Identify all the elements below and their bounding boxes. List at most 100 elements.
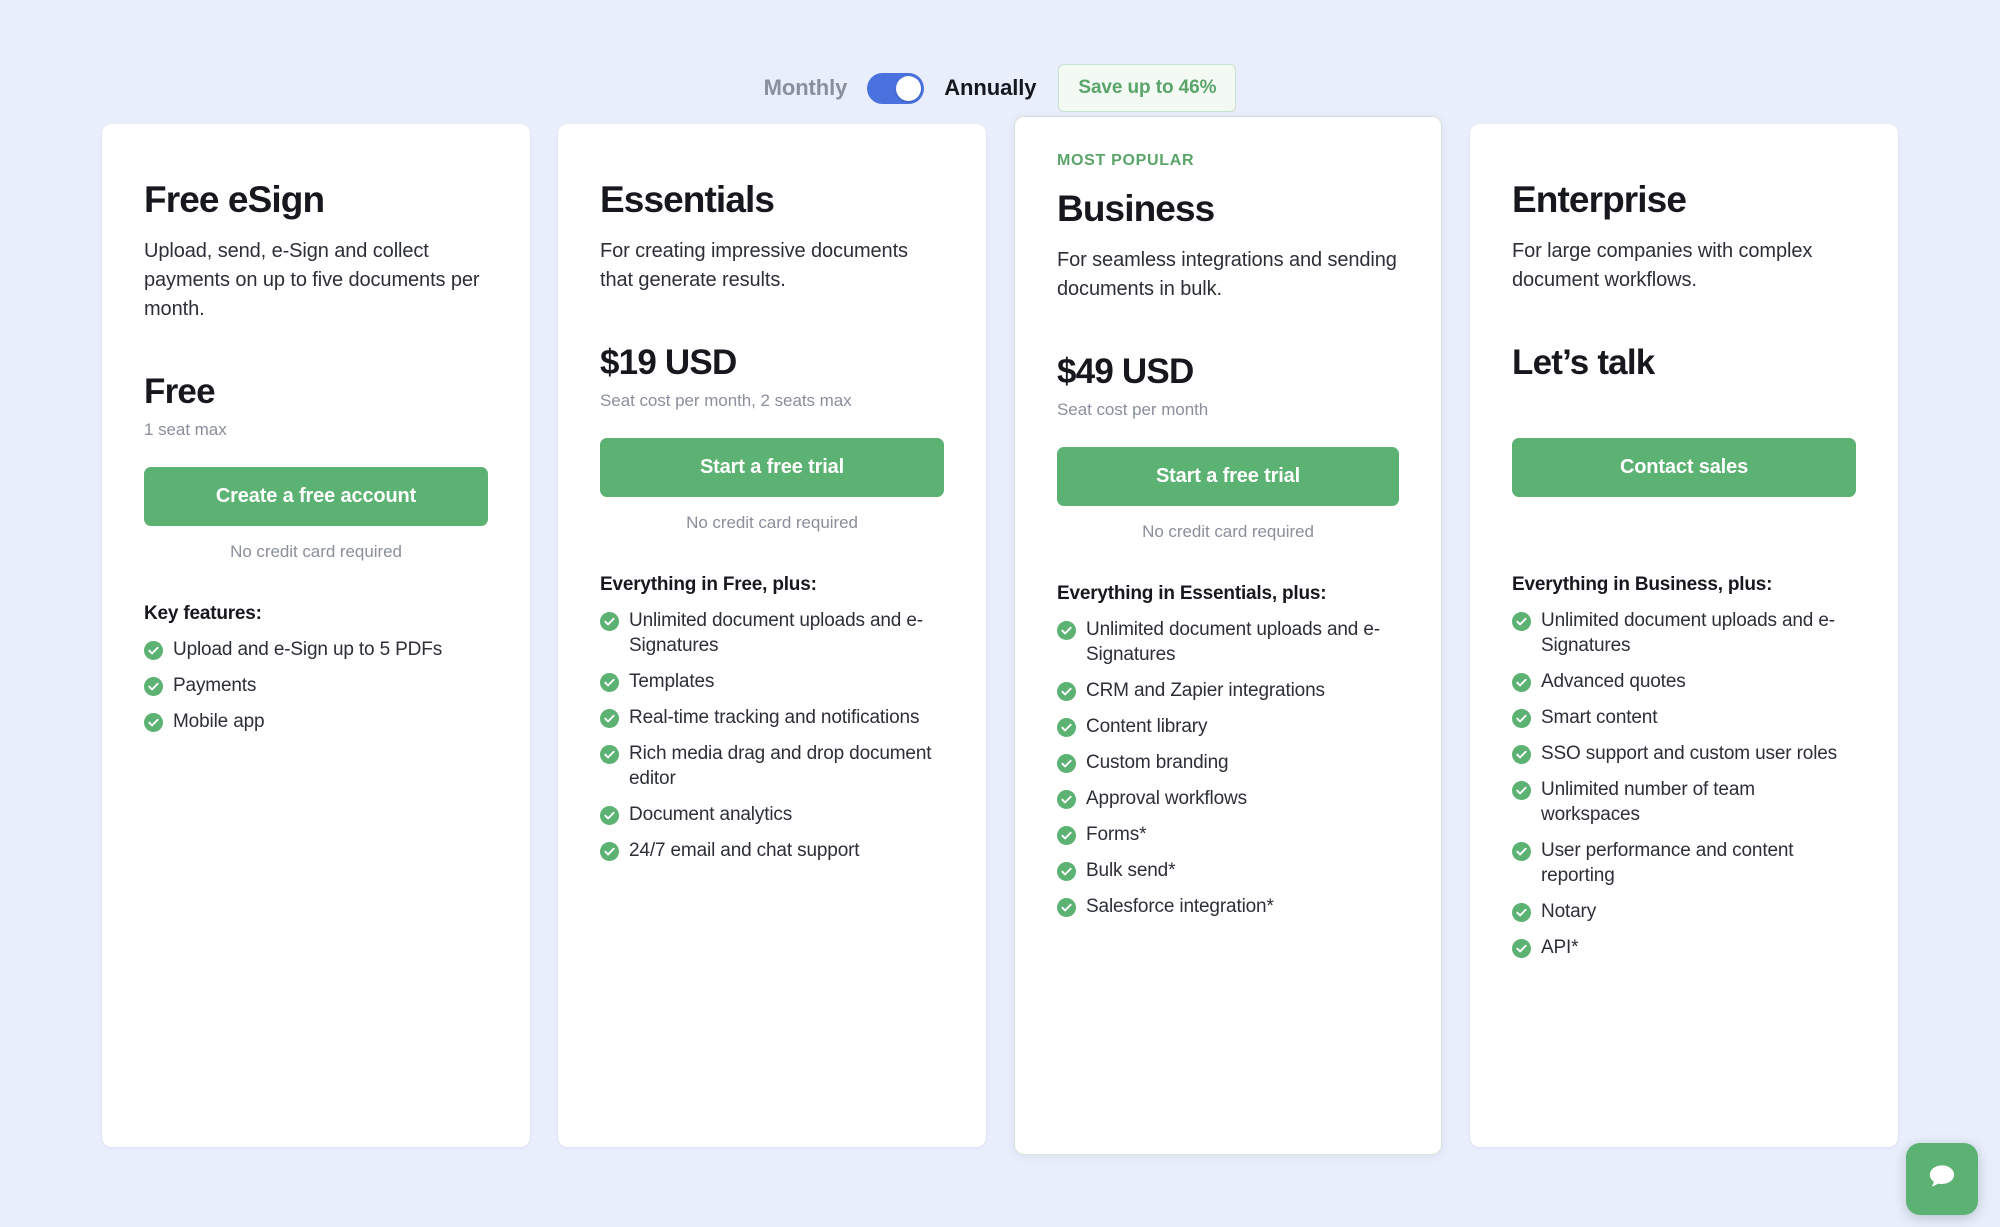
check-circle-icon <box>1512 673 1531 692</box>
price-block: $49 USD Seat cost per month <box>1057 352 1399 419</box>
plan-price-note: 1 seat max <box>144 420 488 440</box>
feature-label: Upload and e-Sign up to 5 PDFs <box>173 637 442 662</box>
chat-bubble-icon <box>1925 1160 1959 1199</box>
check-circle-icon <box>1057 718 1076 737</box>
feature-item: Custom branding <box>1057 750 1399 775</box>
billing-annually-label[interactable]: Annually <box>944 75 1036 101</box>
check-circle-icon <box>1057 862 1076 881</box>
feature-label: Mobile app <box>173 709 264 734</box>
feature-label: Forms* <box>1086 822 1146 847</box>
feature-label: Bulk send* <box>1086 858 1175 883</box>
plan-price: $19 USD <box>600 343 944 383</box>
pricing-card-business: MOST POPULAR Business For seamless integ… <box>1014 116 1442 1155</box>
feature-item: CRM and Zapier integrations <box>1057 678 1399 703</box>
plan-name: Essentials <box>600 179 944 220</box>
cta-start-a-free-trial[interactable]: Start a free trial <box>1057 447 1399 506</box>
plan-price-note: Seat cost per month <box>1057 400 1399 420</box>
features-title: Key features: <box>144 603 488 625</box>
price-block: Free 1 seat max <box>144 372 488 439</box>
chat-widget-button[interactable] <box>1906 1143 1978 1215</box>
check-circle-icon <box>1057 790 1076 809</box>
feature-item: API* <box>1512 935 1856 960</box>
feature-label: Smart content <box>1541 705 1657 730</box>
feature-item: Templates <box>600 669 944 694</box>
billing-period-switch[interactable] <box>867 73 924 104</box>
billing-toggle-row: Monthly Annually Save up to 46% <box>0 0 2000 124</box>
check-circle-icon <box>1057 621 1076 640</box>
check-circle-icon <box>1512 612 1531 631</box>
check-circle-icon <box>1512 709 1531 728</box>
feature-item: Salesforce integration* <box>1057 894 1399 919</box>
check-circle-icon <box>600 745 619 764</box>
feature-label: User performance and content reporting <box>1541 838 1856 888</box>
feature-item: Unlimited document uploads and e-Signatu… <box>1057 617 1399 667</box>
feature-item: Smart content <box>1512 705 1856 730</box>
check-circle-icon <box>600 709 619 728</box>
feature-label: Templates <box>629 669 714 694</box>
feature-label: Approval workflows <box>1086 786 1247 811</box>
feature-item: Upload and e-Sign up to 5 PDFs <box>144 637 488 662</box>
pricing-card-enterprise: Enterprise For large companies with comp… <box>1470 124 1898 1147</box>
features-title: Everything in Business, plus: <box>1512 574 1856 596</box>
feature-item: Document analytics <box>600 802 944 827</box>
feature-label: Rich media drag and drop document editor <box>629 741 944 791</box>
cta-start-a-free-trial[interactable]: Start a free trial <box>600 438 944 497</box>
feature-item: 24/7 email and chat support <box>600 838 944 863</box>
plan-price: $49 USD <box>1057 352 1399 392</box>
check-circle-icon <box>600 673 619 692</box>
feature-label: API* <box>1541 935 1578 960</box>
feature-label: Document analytics <box>629 802 792 827</box>
cta-contact-sales[interactable]: Contact sales <box>1512 438 1856 497</box>
check-circle-icon <box>600 842 619 861</box>
feature-item: Mobile app <box>144 709 488 734</box>
feature-item: Unlimited number of team workspaces <box>1512 777 1856 827</box>
feature-label: Content library <box>1086 714 1207 739</box>
feature-item: SSO support and custom user roles <box>1512 741 1856 766</box>
feature-item: Unlimited document uploads and e-Signatu… <box>600 608 944 658</box>
price-block: Let’s talk <box>1512 343 1856 410</box>
check-circle-icon <box>1057 682 1076 701</box>
check-circle-icon <box>1057 826 1076 845</box>
cta-note: No credit card required <box>144 542 488 563</box>
feature-label: 24/7 email and chat support <box>629 838 859 863</box>
cta-note: No credit card required <box>600 513 944 534</box>
check-circle-icon <box>1512 842 1531 861</box>
plan-price: Free <box>144 372 488 412</box>
plan-price: Let’s talk <box>1512 343 1856 383</box>
billing-monthly-label[interactable]: Monthly <box>764 75 848 101</box>
plan-name: Free eSign <box>144 179 488 220</box>
cta-create-a-free-account[interactable]: Create a free account <box>144 467 488 526</box>
features-title: Everything in Free, plus: <box>600 574 944 596</box>
check-circle-icon <box>144 713 163 732</box>
feature-label: Payments <box>173 673 256 698</box>
feature-item: Payments <box>144 673 488 698</box>
most-popular-badge: MOST POPULAR <box>1057 152 1399 170</box>
feature-label: Advanced quotes <box>1541 669 1686 694</box>
feature-item: Content library <box>1057 714 1399 739</box>
feature-item: Rich media drag and drop document editor <box>600 741 944 791</box>
check-circle-icon <box>144 677 163 696</box>
price-block: $19 USD Seat cost per month, 2 seats max <box>600 343 944 410</box>
check-circle-icon <box>1057 898 1076 917</box>
feature-label: Unlimited document uploads and e-Signatu… <box>629 608 944 658</box>
plan-description: For seamless integrations and sending do… <box>1057 246 1399 304</box>
feature-item: User performance and content reporting <box>1512 838 1856 888</box>
switch-knob <box>896 76 921 101</box>
plan-name: Enterprise <box>1512 179 1856 220</box>
pricing-cards: Free eSign Upload, send, e-Sign and coll… <box>0 124 2000 1155</box>
feature-item: Real-time tracking and notifications <box>600 705 944 730</box>
feature-label: Notary <box>1541 899 1596 924</box>
features-list: Unlimited document uploads and e-Signatu… <box>1512 608 1856 961</box>
check-circle-icon <box>1512 781 1531 800</box>
feature-item: Unlimited document uploads and e-Signatu… <box>1512 608 1856 658</box>
feature-item: Forms* <box>1057 822 1399 847</box>
check-circle-icon <box>600 612 619 631</box>
check-circle-icon <box>600 806 619 825</box>
features-list: Unlimited document uploads and e-Signatu… <box>1057 617 1399 920</box>
plan-description: For creating impressive documents that g… <box>600 237 944 295</box>
features-list: Upload and e-Sign up to 5 PDFs Payments … <box>144 637 488 734</box>
check-circle-icon <box>1512 903 1531 922</box>
pricing-card-free-esign: Free eSign Upload, send, e-Sign and coll… <box>102 124 530 1147</box>
feature-item: Advanced quotes <box>1512 669 1856 694</box>
plan-description: For large companies with complex documen… <box>1512 237 1856 295</box>
